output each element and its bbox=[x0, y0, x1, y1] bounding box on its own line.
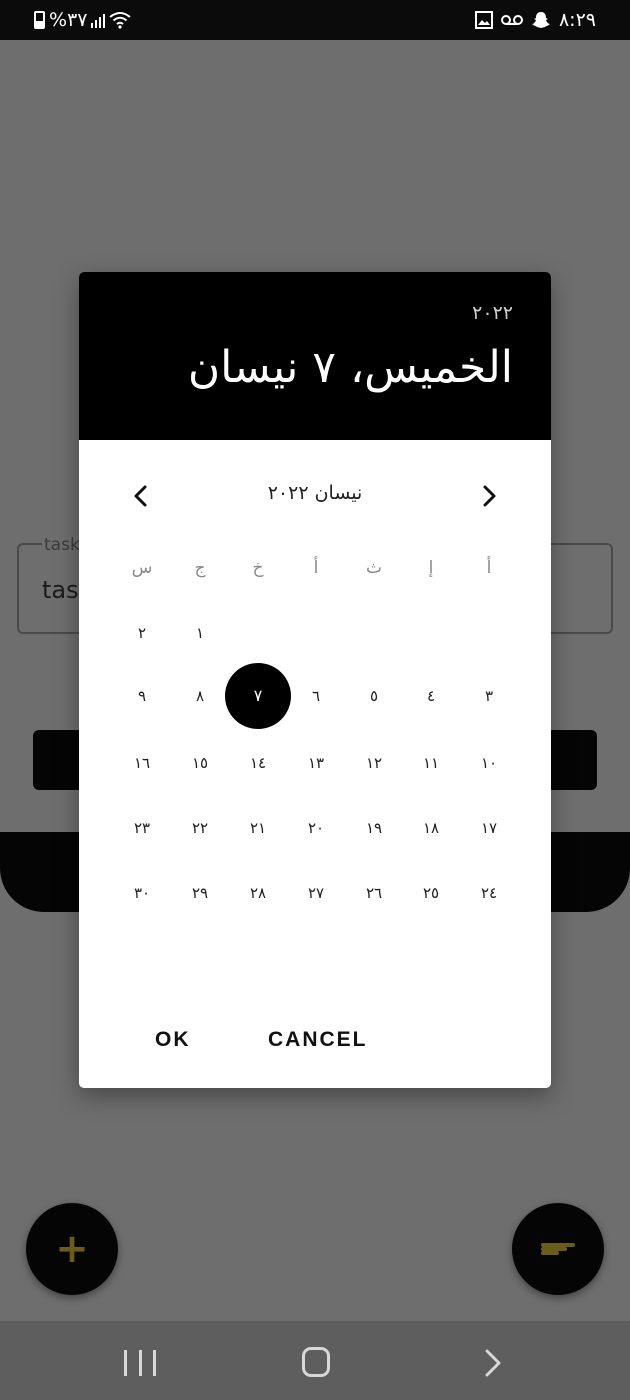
calendar-day[interactable]: ١٩ bbox=[354, 808, 394, 848]
calendar-day[interactable]: ٩ bbox=[122, 676, 162, 716]
add-task-button[interactable]: + bbox=[26, 1203, 118, 1295]
battery-icon bbox=[34, 11, 45, 29]
header-selected-date[interactable]: الخميس، ٧ نيسان bbox=[188, 338, 513, 398]
calendar-day[interactable]: ٢٥ bbox=[411, 873, 451, 913]
sort-button[interactable] bbox=[512, 1203, 604, 1295]
month-navigation: نيسان ٢٠٢٢ bbox=[79, 476, 551, 516]
weekday-label: أ bbox=[313, 558, 319, 578]
calendar-day[interactable]: ٢ bbox=[122, 613, 162, 653]
task-input-label: task bbox=[42, 535, 82, 555]
weekday-label: أ bbox=[486, 558, 492, 578]
chevron-left-icon[interactable] bbox=[127, 482, 155, 510]
cancel-button[interactable]: CANCEL bbox=[268, 1028, 368, 1052]
wifi-icon bbox=[109, 12, 132, 29]
voicemail-icon bbox=[500, 15, 523, 25]
calendar-day[interactable]: ٢١ bbox=[238, 808, 278, 848]
calendar-day[interactable]: ٢٩ bbox=[180, 873, 220, 913]
calendar-day[interactable]: ١٧ bbox=[469, 808, 509, 848]
selected-day[interactable]: ٧ bbox=[225, 663, 291, 729]
weekday-label: إ bbox=[428, 558, 434, 578]
back-icon[interactable] bbox=[478, 1349, 506, 1377]
recents-icon[interactable] bbox=[124, 1350, 156, 1376]
snapchat-icon bbox=[531, 12, 550, 28]
calendar-day[interactable]: ٨ bbox=[180, 676, 220, 716]
weekday-label: س bbox=[131, 558, 153, 578]
signal-icon bbox=[91, 12, 106, 28]
clock: ٨:٢٩ bbox=[558, 9, 596, 31]
calendar-day[interactable]: ١٦ bbox=[122, 743, 162, 783]
navigation-bar bbox=[0, 1321, 630, 1400]
status-bar: %٣٧ ٨:٢٩ bbox=[0, 0, 630, 40]
weekday-label: ث bbox=[365, 558, 382, 578]
weekday-label: خ bbox=[252, 558, 264, 578]
calendar-day[interactable]: ١١ bbox=[411, 743, 451, 783]
gallery-icon bbox=[474, 11, 493, 29]
date-picker-dialog: ٢٠٢٢ الخميس، ٧ نيسان نيسان ٢٠٢٢ سجخأثإأ … bbox=[79, 272, 551, 1088]
calendar-day[interactable]: ٣ bbox=[469, 676, 509, 716]
status-right: ٨:٢٩ bbox=[474, 8, 596, 32]
calendar-day[interactable]: ٢٤ bbox=[469, 873, 509, 913]
calendar-day[interactable]: ٦ bbox=[296, 676, 336, 716]
plus-icon: + bbox=[55, 1226, 89, 1272]
calendar-day[interactable]: ٣٠ bbox=[122, 873, 162, 913]
calendar-day[interactable]: ٢٢ bbox=[180, 808, 220, 848]
weekday-header: سجخأثإأ bbox=[79, 558, 551, 582]
calendar-day[interactable]: ١٨ bbox=[411, 808, 451, 848]
date-picker-header: ٢٠٢٢ الخميس، ٧ نيسان bbox=[79, 272, 551, 440]
calendar-day[interactable]: ٢٧ bbox=[296, 873, 336, 913]
month-title: نيسان ٢٠٢٢ bbox=[267, 482, 363, 504]
calendar-day[interactable]: ٢٣ bbox=[122, 808, 162, 848]
chevron-right-icon[interactable] bbox=[475, 482, 503, 510]
calendar-day[interactable]: ١٤ bbox=[238, 743, 278, 783]
dialog-actions: OK CANCEL bbox=[79, 1022, 551, 1062]
header-year[interactable]: ٢٠٢٢ bbox=[472, 302, 513, 324]
calendar-day[interactable]: ١٣ bbox=[296, 743, 336, 783]
calendar-day[interactable]: ٢٨ bbox=[238, 873, 278, 913]
calendar-day[interactable]: ٢٦ bbox=[354, 873, 394, 913]
calendar-day[interactable]: ١ bbox=[180, 613, 220, 653]
calendar-day[interactable]: ١٥ bbox=[180, 743, 220, 783]
calendar-day[interactable]: ١٠ bbox=[469, 743, 509, 783]
task-input-value: tas bbox=[42, 576, 79, 604]
status-left: %٣٧ bbox=[34, 8, 132, 32]
calendar-day[interactable]: ١٢ bbox=[354, 743, 394, 783]
calendar-day[interactable]: ٤ bbox=[411, 676, 451, 716]
weekday-label: ج bbox=[194, 558, 206, 578]
battery-percent: %٣٧ bbox=[49, 9, 88, 31]
ok-button[interactable]: OK bbox=[155, 1028, 191, 1052]
home-icon[interactable] bbox=[302, 1347, 330, 1377]
sort-icon bbox=[541, 1243, 575, 1255]
calendar-day[interactable]: ٢٠ bbox=[296, 808, 336, 848]
calendar-day[interactable]: ٥ bbox=[354, 676, 394, 716]
